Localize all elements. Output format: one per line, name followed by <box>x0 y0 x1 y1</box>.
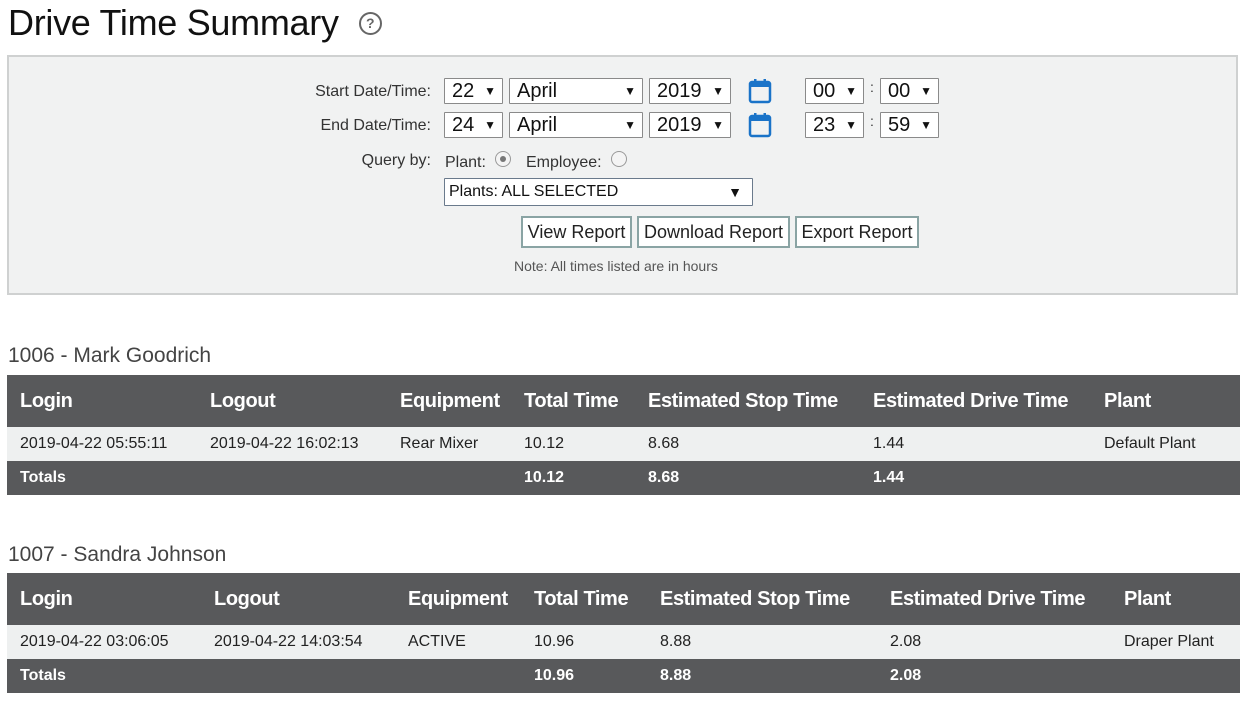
start-hour-select[interactable]: 00 ▼ <box>805 78 864 104</box>
drive-time-table: Login Logout Equipment Total Time Estima… <box>7 375 1240 495</box>
totals-cell: Totals <box>7 461 197 495</box>
table-cell: 10.96 <box>521 625 647 659</box>
table-cell: Rear Mixer <box>387 427 511 461</box>
totals-cell <box>387 461 511 495</box>
column-header: Equipment <box>387 375 511 427</box>
end-hour-select[interactable]: 23 ▼ <box>805 112 864 138</box>
column-header: Login <box>7 375 197 427</box>
dropdown-arrow-icon: ▼ <box>712 118 724 132</box>
totals-cell <box>1091 461 1240 495</box>
table-header-row: Login Logout Equipment Total Time Estima… <box>7 375 1240 427</box>
totals-cell: 2.08 <box>877 659 1111 693</box>
calendar-icon[interactable] <box>748 78 772 104</box>
end-minute-select[interactable]: 59 ▼ <box>880 112 939 138</box>
download-report-button[interactable]: Download Report <box>637 216 790 248</box>
table-header-row: Login Logout Equipment Total Time Estima… <box>7 573 1240 625</box>
query-by-label: Query by: <box>361 152 431 169</box>
table-cell: 8.68 <box>635 427 860 461</box>
table-cell: ACTIVE <box>395 625 521 659</box>
table-cell: 2019-04-22 16:02:13 <box>197 427 387 461</box>
totals-row: Totals 10.12 8.68 1.44 <box>7 461 1240 495</box>
column-header: Estimated Drive Time <box>877 573 1111 625</box>
totals-cell: 10.12 <box>511 461 635 495</box>
totals-cell: 8.88 <box>647 659 877 693</box>
hours-note: Note: All times listed are in hours <box>514 258 718 274</box>
column-header: Plant <box>1091 375 1240 427</box>
time-separator: : <box>870 79 874 95</box>
totals-cell <box>197 461 387 495</box>
employee-section-title: 1007 - Sandra Johnson <box>8 543 227 566</box>
table-row: 2019-04-22 03:06:05 2019-04-22 14:03:54 … <box>7 625 1240 659</box>
totals-cell: Totals <box>7 659 201 693</box>
page-title: Drive Time Summary ? <box>8 2 382 44</box>
question-circle-icon[interactable]: ? <box>358 11 382 35</box>
table-cell: 10.12 <box>511 427 635 461</box>
column-header: Total Time <box>511 375 635 427</box>
dropdown-arrow-icon: ▼ <box>845 118 857 132</box>
report-filter-panel: Start Date/Time: 22 ▼ April ▼ 2019 ▼ 00 ▼ : … <box>7 55 1238 295</box>
column-header: Equipment <box>395 573 521 625</box>
start-minute-select[interactable]: 00 ▼ <box>880 78 939 104</box>
totals-row: Totals 10.96 8.88 2.08 <box>7 659 1240 693</box>
time-separator: : <box>870 113 874 129</box>
table-row: 2019-04-22 05:55:11 2019-04-22 16:02:13 … <box>7 427 1240 461</box>
table-cell: Draper Plant <box>1111 625 1240 659</box>
column-header: Logout <box>197 375 387 427</box>
totals-cell <box>201 659 395 693</box>
column-header: Login <box>7 573 201 625</box>
dropdown-arrow-icon: ▼ <box>624 118 636 132</box>
plants-select[interactable]: Plants: ALL SELECTED ▼ <box>444 178 753 206</box>
employee-radio-label: Employee: <box>526 154 602 171</box>
end-month-select[interactable]: April ▼ <box>509 112 643 138</box>
employee-radio[interactable] <box>611 151 627 167</box>
dropdown-arrow-icon: ▼ <box>920 84 932 98</box>
column-header: Total Time <box>521 573 647 625</box>
dropdown-arrow-icon: ▼ <box>624 84 636 98</box>
column-header: Logout <box>201 573 395 625</box>
dropdown-arrow-icon: ▼ <box>712 84 724 98</box>
table-cell: 8.88 <box>647 625 877 659</box>
table-cell: 2019-04-22 03:06:05 <box>7 625 201 659</box>
column-header: Estimated Stop Time <box>647 573 877 625</box>
table-cell: Default Plant <box>1091 427 1240 461</box>
table-cell: 2019-04-22 14:03:54 <box>201 625 395 659</box>
page-title-text: Drive Time Summary <box>8 2 339 43</box>
export-report-button[interactable]: Export Report <box>795 216 919 248</box>
employee-section-title: 1006 - Mark Goodrich <box>8 344 212 367</box>
drive-time-table: Login Logout Equipment Total Time Estima… <box>7 573 1240 693</box>
table-cell: 1.44 <box>860 427 1091 461</box>
table-cell: 2019-04-22 05:55:11 <box>7 427 197 461</box>
plant-radio[interactable] <box>495 151 511 167</box>
start-month-select[interactable]: April ▼ <box>509 78 643 104</box>
start-year-select[interactable]: 2019 ▼ <box>649 78 731 104</box>
totals-cell <box>1111 659 1240 693</box>
column-header: Plant <box>1111 573 1240 625</box>
end-year-select[interactable]: 2019 ▼ <box>649 112 731 138</box>
dropdown-arrow-icon: ▼ <box>728 184 742 200</box>
end-day-select[interactable]: 24 ▼ <box>444 112 503 138</box>
dropdown-arrow-icon: ▼ <box>484 118 496 132</box>
start-day-select[interactable]: 22 ▼ <box>444 78 503 104</box>
dropdown-arrow-icon: ▼ <box>484 84 496 98</box>
totals-cell <box>395 659 521 693</box>
table-cell: 2.08 <box>877 625 1111 659</box>
totals-cell: 8.68 <box>635 461 860 495</box>
totals-cell: 1.44 <box>860 461 1091 495</box>
totals-cell: 10.96 <box>521 659 647 693</box>
start-datetime-label: Start Date/Time: <box>315 83 431 100</box>
calendar-icon[interactable] <box>748 112 772 138</box>
plant-radio-label: Plant: <box>445 154 486 171</box>
view-report-button[interactable]: View Report <box>521 216 632 248</box>
end-datetime-label: End Date/Time: <box>320 117 431 134</box>
column-header: Estimated Drive Time <box>860 375 1091 427</box>
column-header: Estimated Stop Time <box>635 375 860 427</box>
dropdown-arrow-icon: ▼ <box>920 118 932 132</box>
dropdown-arrow-icon: ▼ <box>845 84 857 98</box>
